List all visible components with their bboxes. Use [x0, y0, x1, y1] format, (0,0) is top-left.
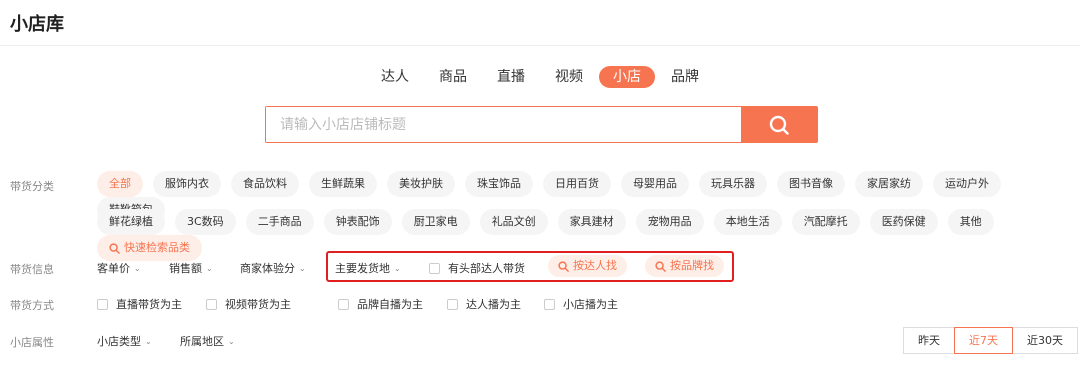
- shop-type-dropdown[interactable]: 小店类型 ⌄: [97, 333, 152, 349]
- checkbox-box: [206, 298, 217, 310]
- price-dropdown[interactable]: 客单价 ⌄: [97, 260, 141, 276]
- category-chip[interactable]: 家具建材: [557, 209, 626, 235]
- top-talent-label: 有头部达人带货: [448, 262, 525, 275]
- category-chip[interactable]: 鲜花绿植: [97, 209, 165, 235]
- search-icon: [558, 260, 569, 272]
- origin-dropdown-label: 主要发货地: [335, 262, 390, 275]
- find-by-talent-button[interactable]: 按达人找: [548, 255, 627, 277]
- category-chip[interactable]: 汽配摩托: [791, 209, 860, 235]
- category-chip[interactable]: 其他: [947, 209, 994, 235]
- top-talent-checkbox[interactable]: 有头部达人带货: [429, 260, 525, 276]
- info-label: 带货信息: [10, 263, 54, 276]
- page-title: 小店库: [10, 14, 64, 35]
- chevron-down-icon: ⌄: [299, 263, 306, 273]
- find-by-brand-label: 按品牌找: [670, 259, 714, 272]
- chevron-down-icon: ⌄: [134, 263, 141, 273]
- region-dropdown[interactable]: 所属地区 ⌄: [180, 333, 235, 349]
- price-dropdown-label: 客单价: [97, 262, 130, 275]
- category-chip[interactable]: 本地生活: [713, 209, 782, 235]
- tab-brand[interactable]: 品牌: [657, 66, 713, 88]
- sales-dropdown[interactable]: 销售额 ⌄: [169, 260, 213, 276]
- method-checkbox-video[interactable]: 视频带货为主: [206, 296, 291, 312]
- checkbox-box: [97, 298, 108, 310]
- find-by-talent-label: 按达人找: [573, 259, 617, 272]
- checkbox-box: [338, 298, 349, 310]
- date-yesterday-button[interactable]: 昨天: [903, 327, 955, 354]
- category-chip[interactable]: 宠物用品: [635, 209, 704, 235]
- category-chip[interactable]: 食品饮料: [231, 171, 299, 197]
- checkbox-box: [544, 298, 555, 310]
- search-icon: [109, 242, 120, 254]
- category-chip[interactable]: 生鲜蔬果: [309, 171, 377, 197]
- chevron-down-icon: ⌄: [228, 336, 235, 346]
- method-option-label: 达人播为主: [466, 298, 521, 311]
- score-dropdown[interactable]: 商家体验分 ⌄: [240, 260, 306, 276]
- method-checkbox-talent[interactable]: 达人播为主: [447, 296, 521, 312]
- tab-talent[interactable]: 达人: [367, 66, 423, 88]
- category-chip[interactable]: 家居家纺: [855, 171, 923, 197]
- method-checkbox-live[interactable]: 直播带货为主: [97, 296, 182, 312]
- category-chip[interactable]: 日用百货: [543, 171, 611, 197]
- checkbox-box: [447, 298, 458, 310]
- date-30days-button[interactable]: 近30天: [1012, 327, 1078, 354]
- tab-shop[interactable]: 小店: [599, 66, 655, 88]
- category-chip[interactable]: 医药保健: [869, 209, 938, 235]
- find-by-brand-button[interactable]: 按品牌找: [645, 255, 724, 277]
- method-option-label: 品牌自播为主: [357, 298, 423, 311]
- date-7days-button[interactable]: 近7天: [954, 327, 1013, 354]
- search-input[interactable]: [266, 107, 741, 142]
- category-chip[interactable]: 礼品文创: [479, 209, 548, 235]
- chevron-down-icon: ⌄: [206, 263, 213, 273]
- checkbox-box: [429, 262, 440, 274]
- method-option-label: 视频带货为主: [225, 298, 291, 311]
- quick-category-label: 快速检索品类: [124, 241, 190, 254]
- method-option-label: 小店播为主: [563, 298, 618, 311]
- category-chip[interactable]: 钟表配饰: [323, 209, 392, 235]
- tab-live[interactable]: 直播: [483, 66, 539, 88]
- date-range-selector: 昨天 近7天 近30天: [903, 327, 1078, 354]
- page-header: 小店库: [0, 0, 1080, 46]
- method-checkbox-brand-self[interactable]: 品牌自播为主: [338, 296, 423, 312]
- shop-type-label: 小店类型: [97, 335, 141, 348]
- category-chip[interactable]: 运动户外: [933, 171, 1001, 197]
- method-option-label: 直播带货为主: [116, 298, 182, 311]
- attr-label: 小店属性: [10, 336, 54, 349]
- search-icon: [769, 115, 789, 135]
- tab-video[interactable]: 视频: [541, 66, 597, 88]
- category-chip[interactable]: 母婴用品: [621, 171, 689, 197]
- category-label: 带货分类: [10, 180, 54, 193]
- category-chip[interactable]: 厨卫家电: [401, 209, 470, 235]
- method-label: 带货方式: [10, 299, 54, 312]
- category-chip[interactable]: 玩具乐器: [699, 171, 767, 197]
- method-checkbox-shop[interactable]: 小店播为主: [544, 296, 618, 312]
- category-chip[interactable]: 美妆护肤: [387, 171, 455, 197]
- sales-dropdown-label: 销售额: [169, 262, 202, 275]
- tab-product[interactable]: 商品: [425, 66, 481, 88]
- category-chip[interactable]: 珠宝饰品: [465, 171, 533, 197]
- search-bar: [265, 106, 818, 143]
- region-label: 所属地区: [180, 335, 224, 348]
- category-chip[interactable]: 3C数码: [175, 209, 236, 235]
- category-chip[interactable]: 二手商品: [245, 209, 314, 235]
- score-dropdown-label: 商家体验分: [240, 262, 295, 275]
- nav-tabs: 达人 商品 直播 视频 小店 品牌: [0, 66, 1080, 88]
- origin-dropdown[interactable]: 主要发货地 ⌄: [335, 260, 401, 276]
- category-chip[interactable]: 图书音像: [777, 171, 845, 197]
- category-chip-all[interactable]: 全部: [97, 171, 143, 197]
- search-button[interactable]: [741, 107, 817, 142]
- category-chip[interactable]: 服饰内衣: [153, 171, 221, 197]
- search-icon: [655, 260, 666, 272]
- quick-category-search-button[interactable]: 快速检索品类: [97, 235, 202, 261]
- chevron-down-icon: ⌄: [394, 263, 401, 273]
- chevron-down-icon: ⌄: [145, 336, 152, 346]
